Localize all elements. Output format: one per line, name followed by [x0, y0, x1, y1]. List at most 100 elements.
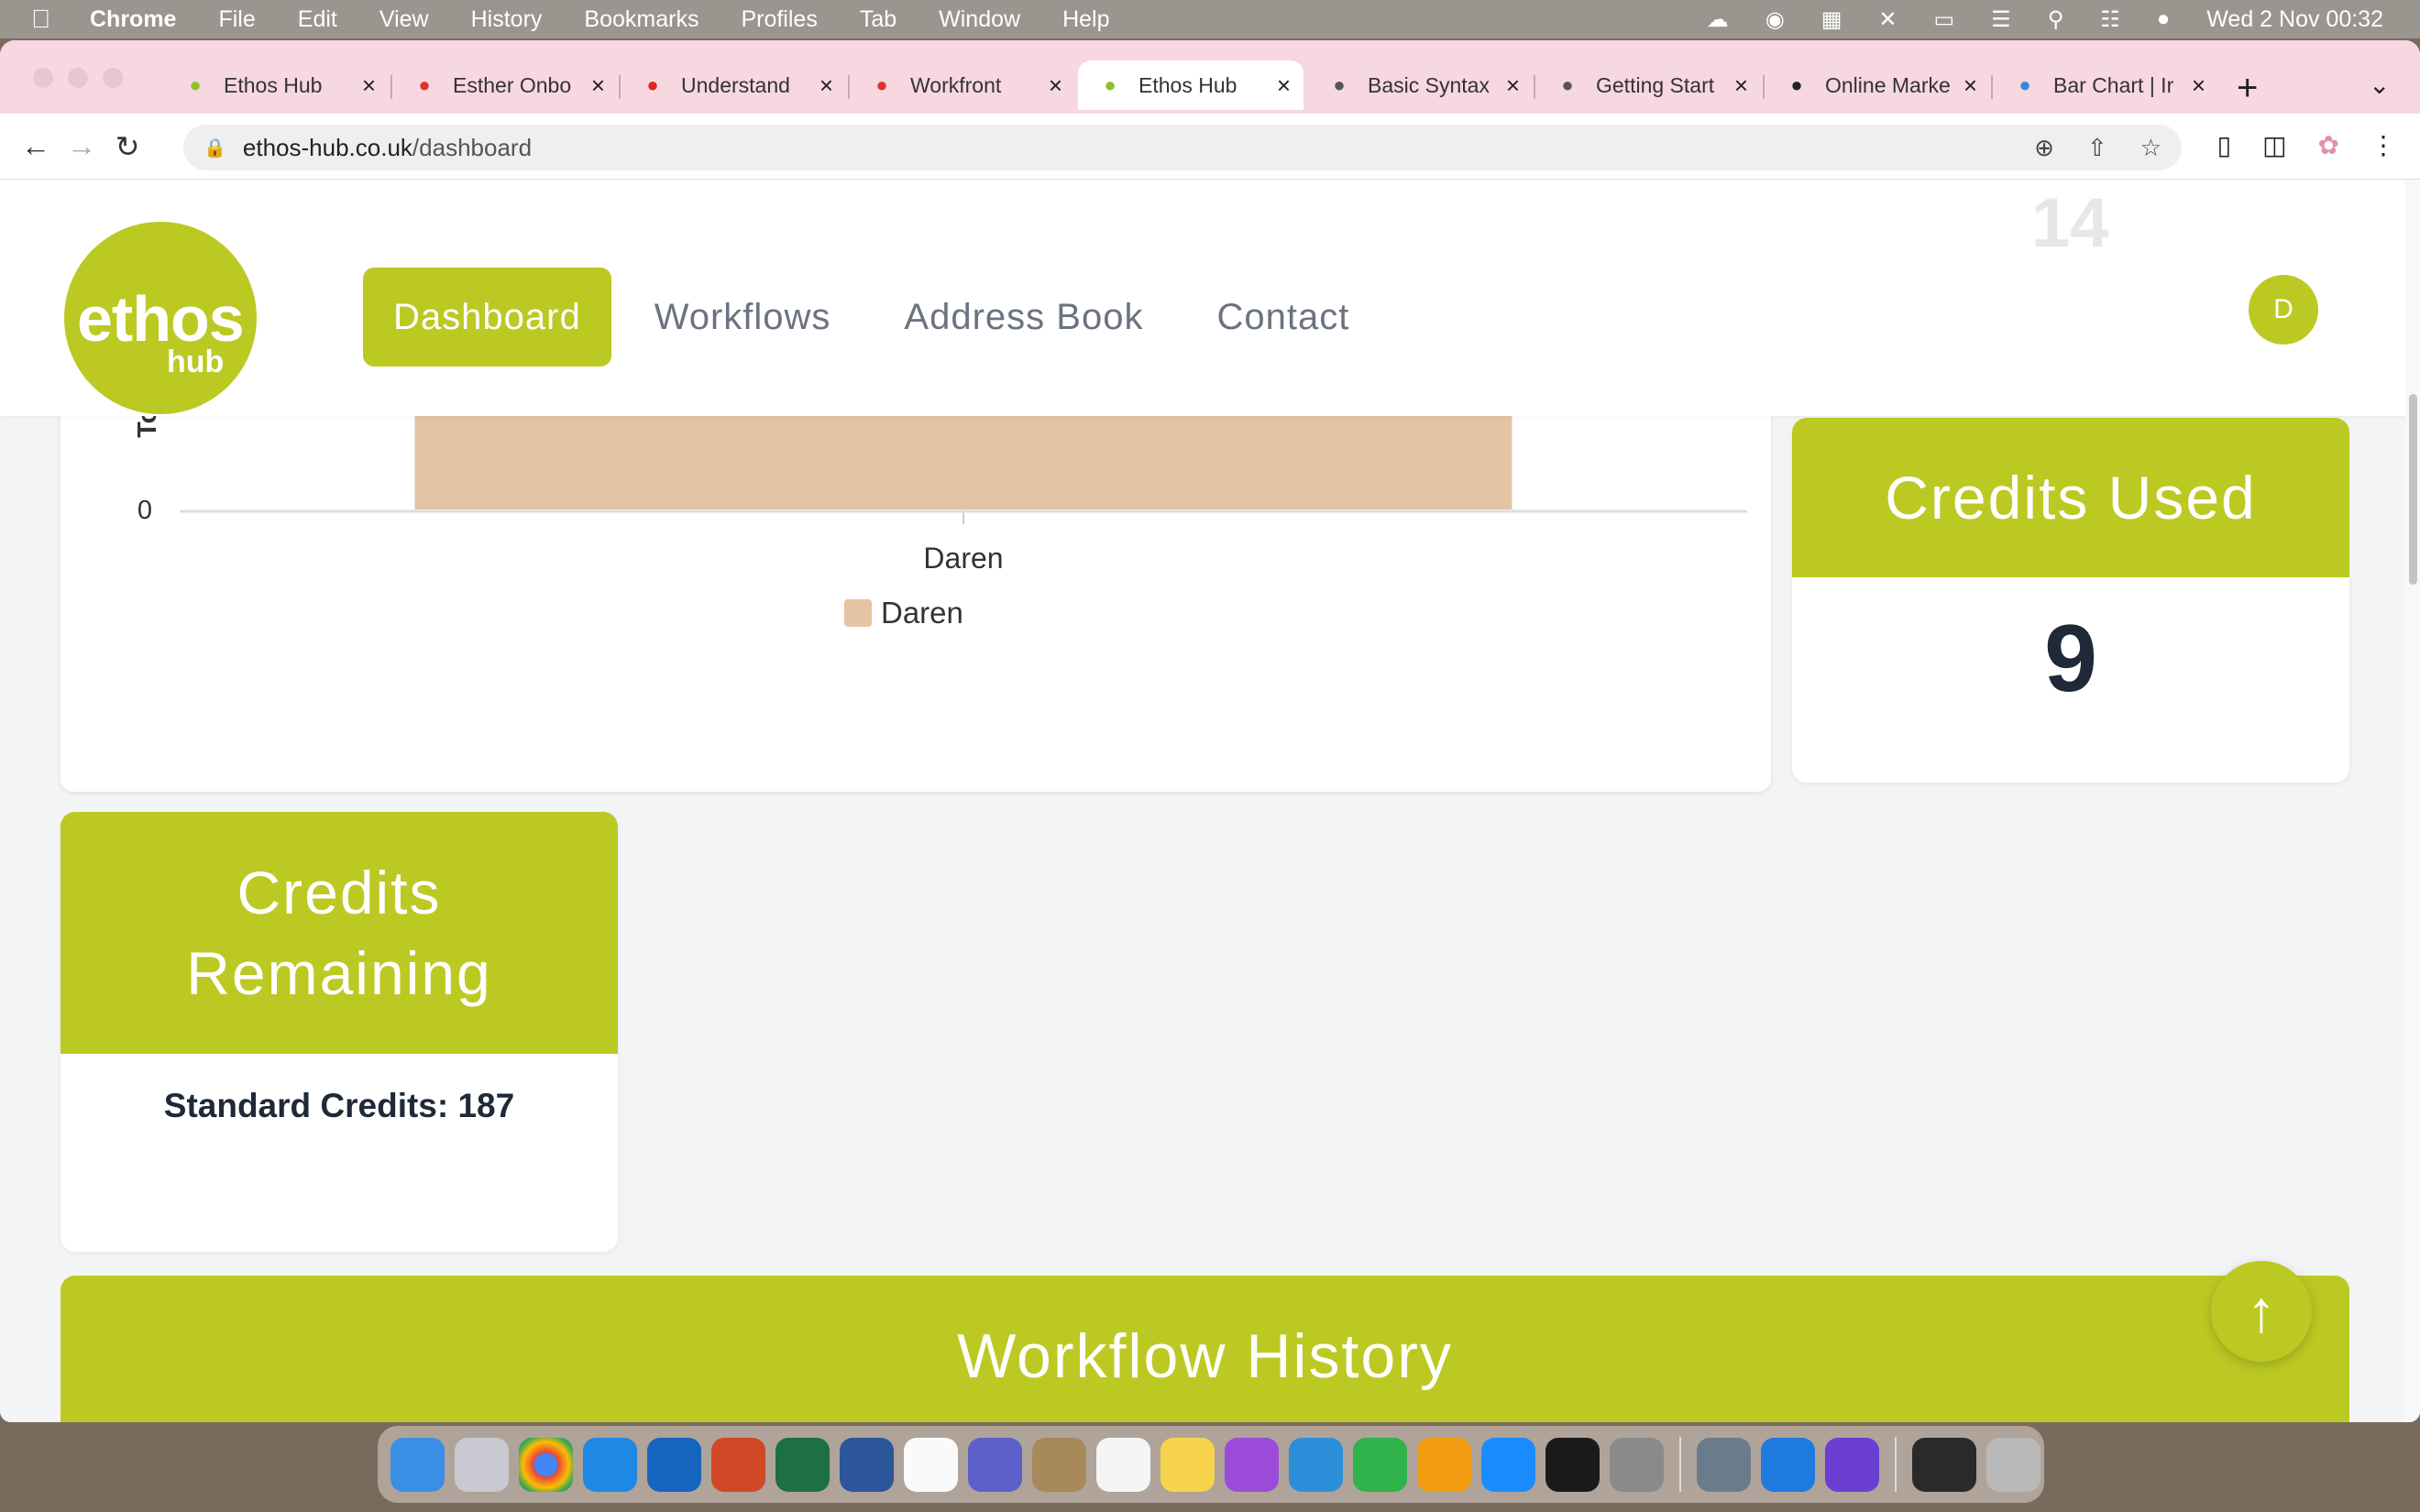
zoom-window-button[interactable]	[103, 68, 123, 88]
browser-tab-6[interactable]: ● Basic Syntax ×	[1307, 60, 1533, 110]
close-window-button[interactable]	[33, 68, 53, 88]
menu-app-name[interactable]: Chrome	[90, 6, 176, 33]
podcasts-icon[interactable]	[1225, 1437, 1279, 1492]
tab-close-icon[interactable]: ×	[362, 71, 376, 100]
tab-search-chevron-icon[interactable]: ⌄	[2369, 70, 2390, 100]
url-text[interactable]: ethos-hub.co.uk/dashboard	[243, 134, 532, 162]
launchpad-icon[interactable]	[455, 1437, 509, 1492]
browser-tab-4[interactable]: ● Workfront ×	[850, 60, 1075, 110]
minimize-window-button[interactable]	[68, 68, 88, 88]
menu-view[interactable]: View	[380, 6, 429, 33]
tab-label: Workfront	[910, 72, 1002, 97]
tab-separator	[1991, 75, 1993, 99]
dock-separator	[1679, 1437, 1681, 1492]
numbers-icon[interactable]	[1353, 1437, 1407, 1492]
tab-close-icon[interactable]: ×	[1964, 71, 1977, 100]
creative-cloud-icon[interactable]: ◉	[1766, 6, 1785, 33]
safari-icon[interactable]	[1761, 1437, 1815, 1492]
ethos-hub-logo[interactable]: ethos hub	[64, 222, 257, 414]
zoom-icon[interactable]: ⊕	[2034, 134, 2054, 162]
control-center-icon[interactable]: ☷	[2100, 6, 2120, 33]
browser-window: ● Ethos Hub × ● Esther Onbo × ● Understand × ● Wor…	[0, 40, 2420, 1422]
excel-icon[interactable]	[776, 1437, 830, 1492]
menu-help[interactable]: Help	[1062, 6, 1109, 33]
powerpoint-icon[interactable]	[711, 1437, 765, 1492]
browser-tab-5[interactable]: ● Ethos Hub ×	[1078, 60, 1304, 110]
menu-history[interactable]: History	[471, 6, 543, 33]
pages-icon[interactable]	[1417, 1437, 1471, 1492]
apple-icon[interactable]: 	[31, 5, 59, 34]
contacts-icon[interactable]	[1032, 1437, 1086, 1492]
onedrive-icon[interactable]	[583, 1437, 637, 1492]
bookmark-star-icon[interactable]: ☆	[2140, 134, 2162, 162]
browser-tab-3[interactable]: ● Understand ×	[621, 60, 846, 110]
preview-icon[interactable]	[1697, 1437, 1751, 1492]
tab-close-icon[interactable]: ×	[1049, 71, 1062, 100]
notes-icon[interactable]	[1160, 1437, 1215, 1492]
profile-flower-icon[interactable]: ✿	[2318, 130, 2339, 160]
system-settings-icon[interactable]	[1610, 1437, 1664, 1492]
menu-tab[interactable]: Tab	[860, 6, 896, 33]
cloud-icon[interactable]: ☁	[1707, 6, 1729, 33]
phpstorm-icon[interactable]	[1546, 1437, 1600, 1492]
nav-workflows[interactable]: Workflows	[624, 268, 862, 367]
trash-icon[interactable]	[1986, 1437, 2040, 1492]
calendar-icon[interactable]	[904, 1437, 958, 1492]
tab-close-icon[interactable]: ×	[820, 71, 833, 100]
keynote-icon[interactable]	[1289, 1437, 1343, 1492]
screen-app-icon[interactable]	[1825, 1437, 1879, 1492]
side-panel-icon[interactable]: ◫	[2262, 130, 2286, 160]
tab-close-icon[interactable]: ×	[1734, 71, 1748, 100]
battery-icon[interactable]: ▭	[1933, 6, 1954, 33]
back-arrow-icon[interactable]: ←	[13, 129, 59, 163]
nav-dashboard[interactable]: Dashboard	[363, 268, 611, 367]
tab-close-icon[interactable]: ×	[2192, 71, 2206, 100]
user-avatar[interactable]: D	[2249, 275, 2318, 345]
menu-profiles[interactable]: Profiles	[741, 6, 817, 33]
grid-icon[interactable]: ▦	[1821, 6, 1842, 33]
wifi-icon[interactable]: ☰	[1991, 6, 2011, 33]
chrome-icon[interactable]	[519, 1437, 573, 1492]
share-icon[interactable]: ⇧	[2087, 134, 2107, 162]
browser-tab-9[interactable]: ● Bar Chart | Ir ×	[1993, 60, 2218, 110]
minimized-window-icon[interactable]	[1912, 1437, 1976, 1492]
credits-used-card: Credits Used 9	[1792, 418, 2349, 783]
page-scrollbar[interactable]	[2405, 180, 2420, 1422]
scrollbar-thumb[interactable]	[2409, 394, 2417, 585]
extensions-puzzle-icon[interactable]: ▯	[2217, 130, 2231, 160]
lock-icon[interactable]: 🔒	[204, 137, 226, 159]
outlook-icon[interactable]	[647, 1437, 701, 1492]
nav-address-book[interactable]: Address Book	[874, 268, 1173, 367]
browser-tab-2[interactable]: ● Esther Onbo ×	[392, 60, 618, 110]
tab-label: Basic Syntax	[1368, 72, 1490, 97]
finder-icon[interactable]	[390, 1437, 445, 1492]
brave-icon: ●	[418, 73, 431, 96]
spotlight-search-icon[interactable]: ⚲	[2048, 6, 2064, 33]
reminders-icon[interactable]	[1096, 1437, 1150, 1492]
tab-close-icon[interactable]: ×	[591, 71, 605, 100]
forward-arrow-icon[interactable]: →	[59, 129, 104, 163]
nav-contact[interactable]: Contact	[1186, 268, 1380, 367]
menu-bookmarks[interactable]: Bookmarks	[584, 6, 698, 33]
teams-icon[interactable]	[968, 1437, 1022, 1492]
browser-tab-8[interactable]: ● Online Marke ×	[1765, 60, 1990, 110]
menu-window[interactable]: Window	[939, 6, 1020, 33]
menu-file[interactable]: File	[218, 6, 255, 33]
scroll-to-top-button[interactable]: ↑	[2211, 1261, 2312, 1362]
tab-close-icon[interactable]: ×	[1277, 71, 1291, 100]
more-vertical-icon[interactable]: ⋮	[2370, 130, 2396, 160]
word-icon[interactable]	[840, 1437, 894, 1492]
bluetooth-icon[interactable]: ✕	[1878, 6, 1897, 33]
siri-icon[interactable]: ●	[2157, 6, 2171, 32]
browser-tab-1[interactable]: ● Ethos Hub ×	[163, 60, 389, 110]
app-store-icon[interactable]	[1481, 1437, 1535, 1492]
brave-icon: ●	[875, 73, 888, 96]
tab-close-icon[interactable]: ×	[1506, 71, 1520, 100]
menu-edit[interactable]: Edit	[298, 6, 337, 33]
menubar-clock[interactable]: Wed 2 Nov 00:32	[2206, 6, 2383, 33]
new-tab-button[interactable]: +	[2237, 68, 2258, 109]
reload-icon[interactable]: ↻	[104, 129, 150, 164]
browser-tab-7[interactable]: ● Getting Start ×	[1535, 60, 1761, 110]
address-bar[interactable]: 🔒 ethos-hub.co.uk/dashboard ⊕ ⇧ ☆	[183, 125, 2182, 170]
tab-label: Ethos Hub	[224, 72, 323, 97]
